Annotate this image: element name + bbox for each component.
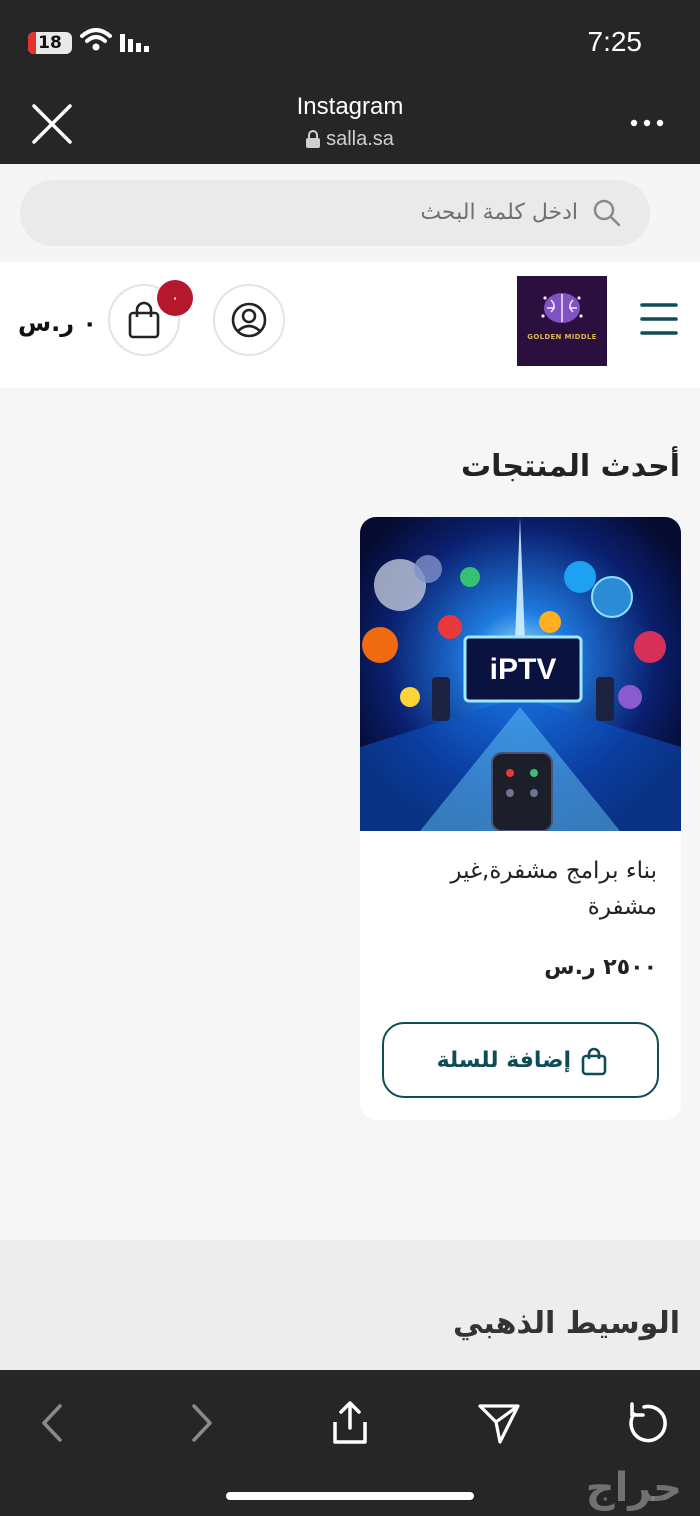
search-placeholder: ادخل كلمة البحث (420, 200, 578, 225)
product-name[interactable]: بناء برامج مشفرة,غير مشفرة (377, 853, 657, 925)
shopping-bag-icon (581, 1047, 607, 1076)
reload-button[interactable] (622, 1398, 672, 1448)
product-price: ٢٥٠٠ ر.س (544, 955, 657, 980)
chevron-right-icon (192, 1404, 212, 1442)
product-image[interactable]: iPTV (360, 517, 681, 831)
shopping-bag-icon (128, 301, 160, 339)
send-button[interactable] (474, 1398, 524, 1448)
cart-count-badge: ٠ (157, 280, 193, 316)
search-section: ادخل كلمة البحث (0, 164, 700, 262)
browser-title: Instagram (296, 93, 404, 120)
product-card[interactable]: iPTV بناء برامج مشفرة,غير مشفرة ٢٥٠٠ ر.س… (360, 517, 681, 1120)
section-title-latest: أحدث المنتجات (460, 449, 680, 484)
home-indicator[interactable] (226, 1492, 474, 1500)
hamburger-menu-icon[interactable] (640, 302, 678, 336)
user-icon (231, 302, 267, 338)
chevron-left-icon (42, 1404, 62, 1442)
share-icon (333, 1401, 367, 1444)
add-to-cart-button[interactable]: إضافة للسلة (382, 1022, 659, 1098)
footer-section: الوسيط الذهبي (0, 1240, 700, 1370)
logo-text: GOLDEN MIDDLE (527, 333, 597, 341)
battery-level: 18 (38, 33, 62, 53)
send-icon (478, 1404, 520, 1444)
forward-button[interactable] (176, 1398, 226, 1448)
reload-icon (629, 1402, 667, 1443)
status-bar: 18 7:25 (0, 0, 700, 84)
browser-bottom-bar: حراج (0, 1370, 700, 1516)
add-to-cart-label: إضافة للسلة (436, 1048, 571, 1073)
browser-url: salla.sa (0, 126, 700, 152)
search-input[interactable]: ادخل كلمة البحث (20, 180, 650, 246)
wifi-icon (80, 28, 112, 51)
url-text: salla.sa (326, 128, 394, 150)
browser-toolbar: Instagram salla.sa (0, 84, 700, 164)
signal-icon (120, 34, 149, 52)
product-image-text: iPTV (490, 653, 557, 686)
share-button[interactable] (325, 1398, 375, 1448)
footer-store-name: الوسيط الذهبي (453, 1306, 680, 1341)
watermark-logo: حراج (585, 1465, 682, 1511)
cart-total: ٠ ر.س (18, 309, 98, 337)
lock-icon (306, 130, 321, 148)
back-button[interactable] (28, 1398, 78, 1448)
account-button[interactable] (213, 284, 285, 356)
store-logo[interactable]: GOLDEN MIDDLE (517, 276, 607, 366)
brain-logo-icon (541, 293, 583, 323)
battery-icon: 18 (28, 32, 72, 54)
search-icon (593, 199, 621, 227)
clock: 7:25 (587, 26, 643, 57)
more-options-icon[interactable] (630, 118, 664, 128)
store-header: GOLDEN MIDDLE ٠ ٠ ر.س (0, 262, 700, 388)
